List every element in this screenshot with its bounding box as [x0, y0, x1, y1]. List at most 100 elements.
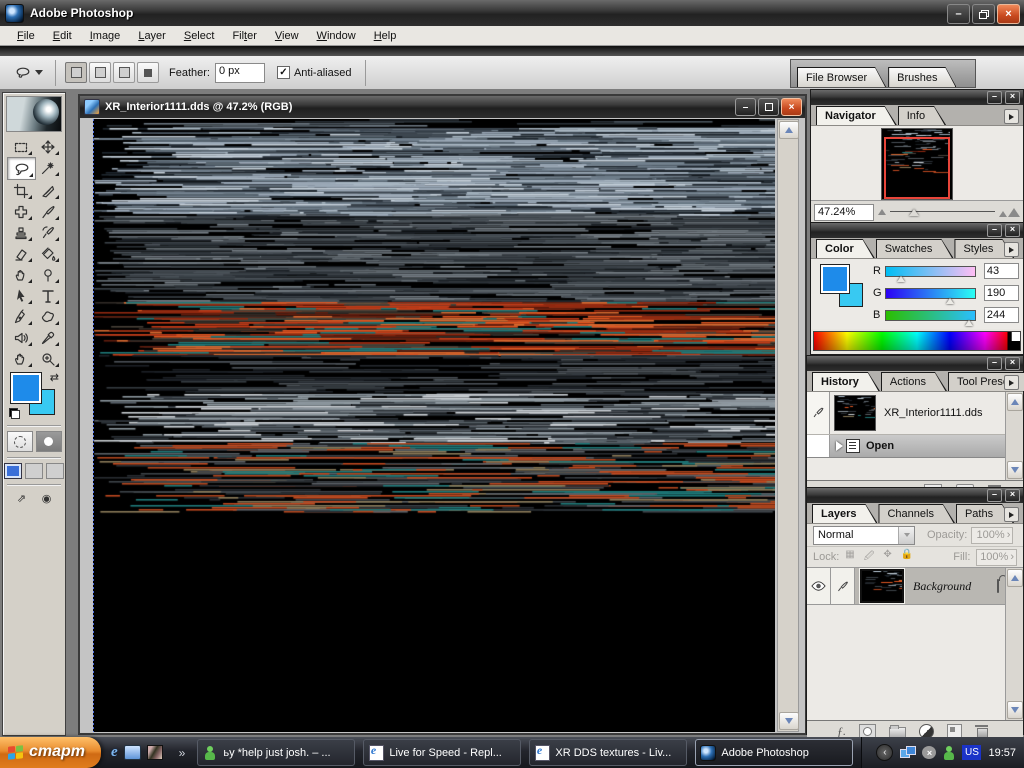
opacity-input[interactable]: 100% › [971, 526, 1014, 544]
menu-layer[interactable]: Layer [129, 28, 175, 44]
menu-window[interactable]: Window [308, 28, 365, 44]
taskbar-button-xr-dds-textures[interactable]: XR DDS textures - Liv... [529, 739, 688, 766]
history-state-open[interactable]: Open [807, 435, 1023, 458]
tool-dodge[interactable] [34, 264, 61, 285]
palette-minimize-button[interactable]: – [987, 91, 1002, 104]
antialiased-checkbox[interactable]: ✓ [276, 66, 290, 79]
palette-close-button[interactable]: × [1005, 224, 1020, 237]
quick-mask-button[interactable] [35, 431, 62, 452]
history-scrollbar[interactable] [1005, 392, 1023, 480]
palette-close-button[interactable]: × [1005, 489, 1020, 502]
palette-close-button[interactable]: × [1005, 91, 1020, 104]
network-icon[interactable] [900, 746, 917, 759]
color-palette-titlebar[interactable]: – × [811, 223, 1023, 238]
zoom-in-icon[interactable] [999, 207, 1020, 217]
close-button[interactable]: × [997, 4, 1020, 24]
navigator-thumbnail[interactable] [881, 128, 953, 200]
new-layer-button[interactable] [947, 724, 962, 738]
photoshop-feather-logo[interactable] [6, 96, 62, 132]
start-button[interactable]: старт [0, 737, 101, 768]
lock-position-icon[interactable]: ✥ [883, 549, 891, 566]
tool-eraser[interactable] [7, 243, 34, 264]
red-value-input[interactable]: 43 [983, 263, 1019, 279]
menu-image[interactable]: Image [81, 28, 130, 44]
history-snapshot-row[interactable]: XR_Interior1111.dds [807, 392, 1023, 435]
language-indicator[interactable]: US [962, 745, 982, 760]
menu-edit[interactable]: Edit [44, 28, 81, 44]
tool-brush[interactable] [34, 201, 61, 222]
tool-eyedropper[interactable] [34, 327, 61, 348]
palette-menu-button[interactable] [1004, 109, 1019, 124]
palette-minimize-button[interactable]: – [987, 357, 1002, 370]
jump-to-imageready-icon[interactable]: ⇗ [11, 490, 33, 506]
chevron-down-icon[interactable] [898, 526, 914, 544]
doc-close-button[interactable]: × [781, 98, 802, 116]
tab-info[interactable]: Info [898, 106, 946, 125]
quick-launch-overflow-chevron[interactable]: » [179, 746, 186, 760]
history-source-cell[interactable] [807, 435, 830, 457]
green-slider[interactable] [884, 287, 976, 304]
messenger-tray-icon[interactable] [943, 745, 955, 760]
scroll-up-button[interactable] [1007, 569, 1023, 587]
menu-filter[interactable]: Filter [223, 28, 265, 44]
foreground-color-swatch[interactable] [10, 372, 42, 404]
color-spectrum-ramp[interactable] [813, 331, 1021, 351]
blue-slider[interactable] [884, 309, 976, 326]
tool-notes[interactable] [7, 327, 34, 348]
imageready-logo-icon[interactable]: ◉ [36, 490, 58, 506]
palette-menu-button[interactable] [1004, 242, 1019, 257]
tool-healing-brush[interactable] [7, 201, 34, 222]
taskbar-button-live-for-speed[interactable]: Live for Speed - Repl... [363, 739, 522, 766]
tool-path-selection[interactable] [7, 285, 34, 306]
minimize-button[interactable]: – [947, 4, 970, 24]
selection-add-button[interactable] [89, 62, 111, 83]
navigator-zoom-slider[interactable] [890, 205, 995, 219]
lock-paint-icon[interactable]: 🖉 [864, 549, 875, 566]
swap-colors-icon[interactable]: ⇄ [50, 371, 59, 384]
hide-icons-chevron[interactable]: ‹ [876, 744, 894, 761]
app-titlebar[interactable]: Adobe Photoshop – × [0, 0, 1024, 26]
menu-view[interactable]: View [266, 28, 308, 44]
red-slider[interactable] [884, 265, 976, 282]
tool-crop[interactable] [7, 180, 34, 201]
restore-button[interactable] [972, 4, 995, 24]
blend-mode-select[interactable]: Normal [813, 525, 915, 545]
quick-launch-photo-icon[interactable] [146, 745, 163, 760]
screen-mode-standard-button[interactable] [4, 463, 22, 479]
tool-paint-bucket[interactable] [34, 243, 61, 264]
selection-intersect-button[interactable] [137, 62, 159, 83]
tab-swatches[interactable]: Swatches [876, 239, 954, 258]
menu-file[interactable]: File [8, 28, 44, 44]
zoom-out-icon[interactable] [878, 209, 886, 215]
layer-visibility-toggle[interactable] [807, 568, 831, 604]
menu-select[interactable]: Select [175, 28, 224, 44]
tab-history[interactable]: History [812, 372, 880, 391]
history-palette-titlebar[interactable]: – × [807, 356, 1023, 371]
selection-new-button[interactable] [65, 62, 87, 83]
image-canvas[interactable] [93, 119, 775, 732]
layer-row-background[interactable]: Background [807, 568, 1023, 605]
foreground-color-swatch[interactable] [820, 264, 850, 294]
scroll-down-button[interactable] [1007, 461, 1023, 479]
palette-close-button[interactable]: × [1005, 357, 1020, 370]
screen-mode-full-menubar-button[interactable] [25, 463, 43, 479]
tab-channels[interactable]: Channels [878, 504, 954, 523]
snapshot-thumbnail[interactable] [834, 395, 876, 431]
tool-history-brush[interactable] [34, 222, 61, 243]
palette-minimize-button[interactable]: – [987, 224, 1002, 237]
selection-subtract-button[interactable] [113, 62, 135, 83]
tool-dropdown-icon[interactable] [34, 70, 43, 75]
history-source-cell[interactable] [807, 392, 830, 434]
scroll-down-button[interactable] [1007, 701, 1023, 719]
palette-menu-button[interactable] [1004, 375, 1019, 390]
current-tool-button[interactable] [8, 61, 48, 85]
scroll-up-button[interactable] [1007, 393, 1023, 411]
quick-launch-outlook-icon[interactable] [123, 745, 141, 760]
quick-launch-ie-icon[interactable]: e [111, 744, 118, 761]
lock-transparency-icon[interactable]: ▦ [845, 549, 854, 566]
delete-layer-button[interactable] [975, 724, 988, 739]
lock-all-icon[interactable]: 🔒 [901, 549, 913, 566]
navigator-palette-titlebar[interactable]: – × [811, 90, 1023, 105]
doc-maximize-button[interactable] [758, 98, 779, 116]
tool-custom-shape[interactable] [34, 306, 61, 327]
